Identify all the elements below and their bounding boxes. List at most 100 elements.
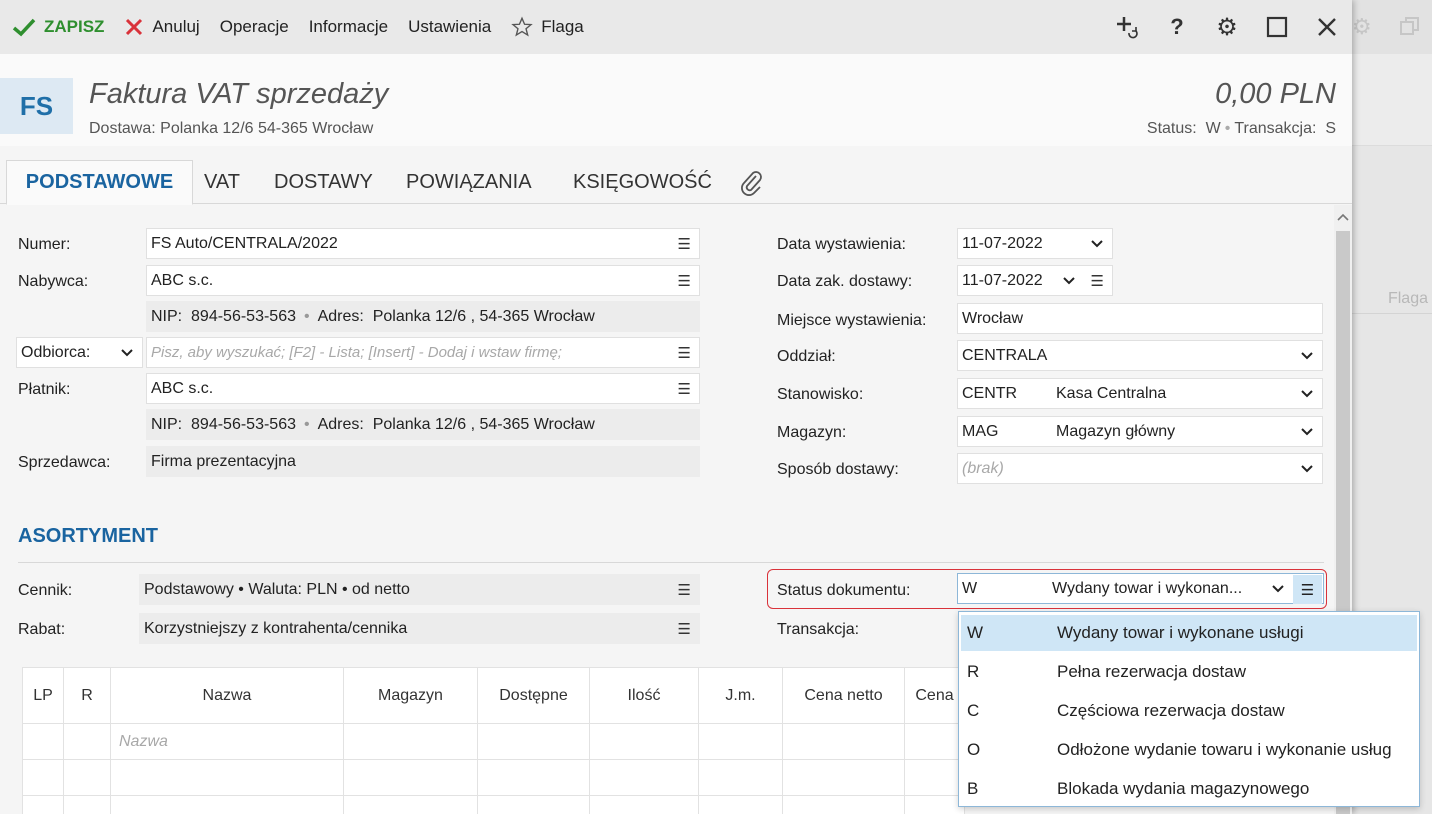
grid-cell[interactable] — [477, 723, 590, 760]
odbiorca-search-input[interactable]: Pisz, aby wyszukać; [F2] - Lista; [Inser… — [146, 337, 700, 368]
tab-powiazania[interactable]: POWIĄZANIA — [396, 160, 542, 204]
column-header-nazwa[interactable]: Nazwa — [110, 667, 344, 724]
sposob-dostawy-select[interactable]: (brak) — [957, 453, 1323, 484]
oddzial-select[interactable]: CENTRALA — [957, 340, 1323, 371]
settings-gear-button[interactable]: ⚙ — [1202, 0, 1252, 54]
grid-cell[interactable] — [904, 759, 965, 796]
grid-cell[interactable] — [782, 759, 905, 796]
miejsce-field[interactable]: Wrocław — [957, 303, 1323, 334]
platnik-field[interactable]: ABC s.c. ☰ — [146, 373, 700, 404]
grid-cell[interactable] — [63, 759, 111, 796]
tab-podstawowe[interactable]: PODSTAWOWE — [6, 160, 193, 205]
nip-value: 894-56-53-563 — [191, 415, 296, 433]
status-dokumentu-select[interactable]: W Wydany towar i wykonan... ☰ — [957, 573, 1324, 604]
hamburger-icon[interactable]: ☰ — [678, 620, 691, 638]
column-header-ilosc[interactable]: Ilość — [589, 667, 699, 724]
grid-cell[interactable] — [22, 723, 64, 760]
nabywca-field[interactable]: ABC s.c. ☰ — [146, 265, 700, 296]
hamburger-icon[interactable]: ☰ — [678, 380, 691, 398]
stanowisko-select[interactable]: CENTR Kasa Centralna — [957, 378, 1323, 409]
status-option-w[interactable]: W Wydany towar i wykonane usługi — [961, 615, 1417, 651]
magazyn-select[interactable]: MAG Magazyn główny — [957, 416, 1323, 447]
grid-cell[interactable] — [343, 795, 478, 814]
data-dostawy-picker[interactable]: 11-07-2022 ☰ — [957, 265, 1113, 296]
grid-cell[interactable] — [698, 723, 783, 760]
option-label: Pełna rezerwacja dostaw — [1057, 662, 1246, 681]
data-wystawienia-picker[interactable]: 11-07-2022 — [957, 228, 1113, 259]
column-header-cena[interactable]: Cena — [904, 667, 965, 724]
status-option-c[interactable]: C Częściowa rezerwacja dostaw — [961, 693, 1417, 729]
tab-dostawy[interactable]: DOSTAWY — [264, 160, 383, 204]
rabat-value: Korzystniejszy z kontrahenta/cennika — [144, 619, 408, 637]
grid-cell[interactable] — [22, 759, 64, 796]
maximize-button[interactable] — [1252, 0, 1302, 54]
asortyment-heading: ASORTYMENT — [18, 525, 158, 547]
column-header-cena-netto[interactable]: Cena netto — [782, 667, 905, 724]
column-header-r[interactable]: R — [63, 667, 111, 724]
grid-cell[interactable] — [782, 795, 905, 814]
grid-cell[interactable] — [22, 795, 64, 814]
odbiorca-selector[interactable]: Odbiorca: — [16, 337, 143, 368]
stanowisko-label: Stanowisko: — [777, 386, 864, 403]
grid-cell[interactable] — [698, 795, 783, 814]
grid-cell[interactable] — [343, 759, 478, 796]
status-option-b[interactable]: B Blokada wydania magazynowego — [961, 771, 1417, 807]
grid-cell[interactable] — [782, 723, 905, 760]
cancel-button[interactable]: Anuluj — [114, 0, 209, 54]
grid-cell[interactable] — [589, 759, 699, 796]
status-dokumentu-value: Wydany towar i wykonan... — [1052, 579, 1243, 597]
settings-menu[interactable]: Ustawienia — [398, 0, 501, 54]
close-window-button[interactable] — [1302, 0, 1352, 54]
help-button[interactable]: ? — [1152, 0, 1202, 54]
status-option-r[interactable]: R Pełna rezerwacja dostaw — [961, 654, 1417, 690]
table-row[interactable] — [22, 795, 965, 814]
grid-cell[interactable] — [477, 759, 590, 796]
grid-cell[interactable] — [63, 795, 111, 814]
rabat-field[interactable]: Korzystniejszy z kontrahenta/cennika ☰ — [139, 613, 700, 644]
separator-dot: • — [303, 307, 310, 325]
status-option-o[interactable]: O Odłożone wydanie towaru i wykonanie us… — [961, 732, 1417, 768]
hamburger-icon[interactable]: ☰ — [1091, 272, 1104, 290]
numer-field[interactable]: FS Auto/CENTRALA/2022 ☰ — [146, 228, 700, 259]
column-header-lp[interactable]: LP — [22, 667, 64, 724]
table-row[interactable]: Nazwa — [22, 723, 965, 760]
info-menu[interactable]: Informacje — [299, 0, 398, 54]
odbiorca-label: Odbiorca: — [21, 343, 91, 361]
operations-menu[interactable]: Operacje — [210, 0, 299, 54]
background-restore-icon — [1400, 17, 1419, 35]
cennik-field[interactable]: Podstawowy • Waluta: PLN • od netto ☰ — [139, 574, 700, 605]
grid-cell[interactable] — [904, 795, 965, 814]
grid-cell[interactable] — [63, 723, 111, 760]
grid-cell[interactable] — [477, 795, 590, 814]
grid-cell[interactable] — [589, 723, 699, 760]
tab-attachments[interactable] — [728, 160, 774, 204]
scroll-up-button[interactable] — [1334, 207, 1352, 227]
platnik-details: NIP: 894-56-53-563 • Adres: Polanka 12/6 ,… — [146, 409, 700, 440]
column-header-magazyn[interactable]: Magazyn — [343, 667, 478, 724]
nazwa-input-cell[interactable]: Nazwa — [110, 723, 344, 760]
rabat-label: Rabat: — [18, 621, 66, 638]
hamburger-icon[interactable]: ☰ — [678, 581, 691, 599]
column-header-jm[interactable]: J.m. — [698, 667, 783, 724]
grid-cell[interactable] — [698, 759, 783, 796]
tab-ksiegowosc[interactable]: KSIĘGOWOŚĆ — [563, 160, 722, 204]
hamburger-icon[interactable]: ☰ — [678, 344, 691, 362]
chevron-down-icon — [1301, 428, 1313, 436]
grid-cell[interactable] — [589, 795, 699, 814]
chevron-up-icon — [1337, 213, 1349, 221]
save-button[interactable]: ZAPISZ — [0, 0, 114, 54]
check-icon — [12, 17, 36, 37]
flag-button[interactable]: Flaga — [501, 0, 594, 54]
hamburger-icon[interactable]: ☰ — [678, 272, 691, 290]
option-code: C — [967, 701, 980, 720]
tab-vat[interactable]: VAT — [194, 160, 250, 204]
status-menu-button[interactable]: ☰ — [1293, 575, 1322, 604]
grid-cell[interactable] — [110, 795, 344, 814]
grid-cell[interactable] — [343, 723, 478, 760]
grid-cell[interactable] — [904, 723, 965, 760]
grid-cell[interactable] — [110, 759, 344, 796]
table-row[interactable] — [22, 759, 965, 796]
column-header-dostepne[interactable]: Dostępne — [477, 667, 590, 724]
hamburger-icon[interactable]: ☰ — [678, 235, 691, 253]
add-link-button[interactable] — [1102, 0, 1152, 54]
